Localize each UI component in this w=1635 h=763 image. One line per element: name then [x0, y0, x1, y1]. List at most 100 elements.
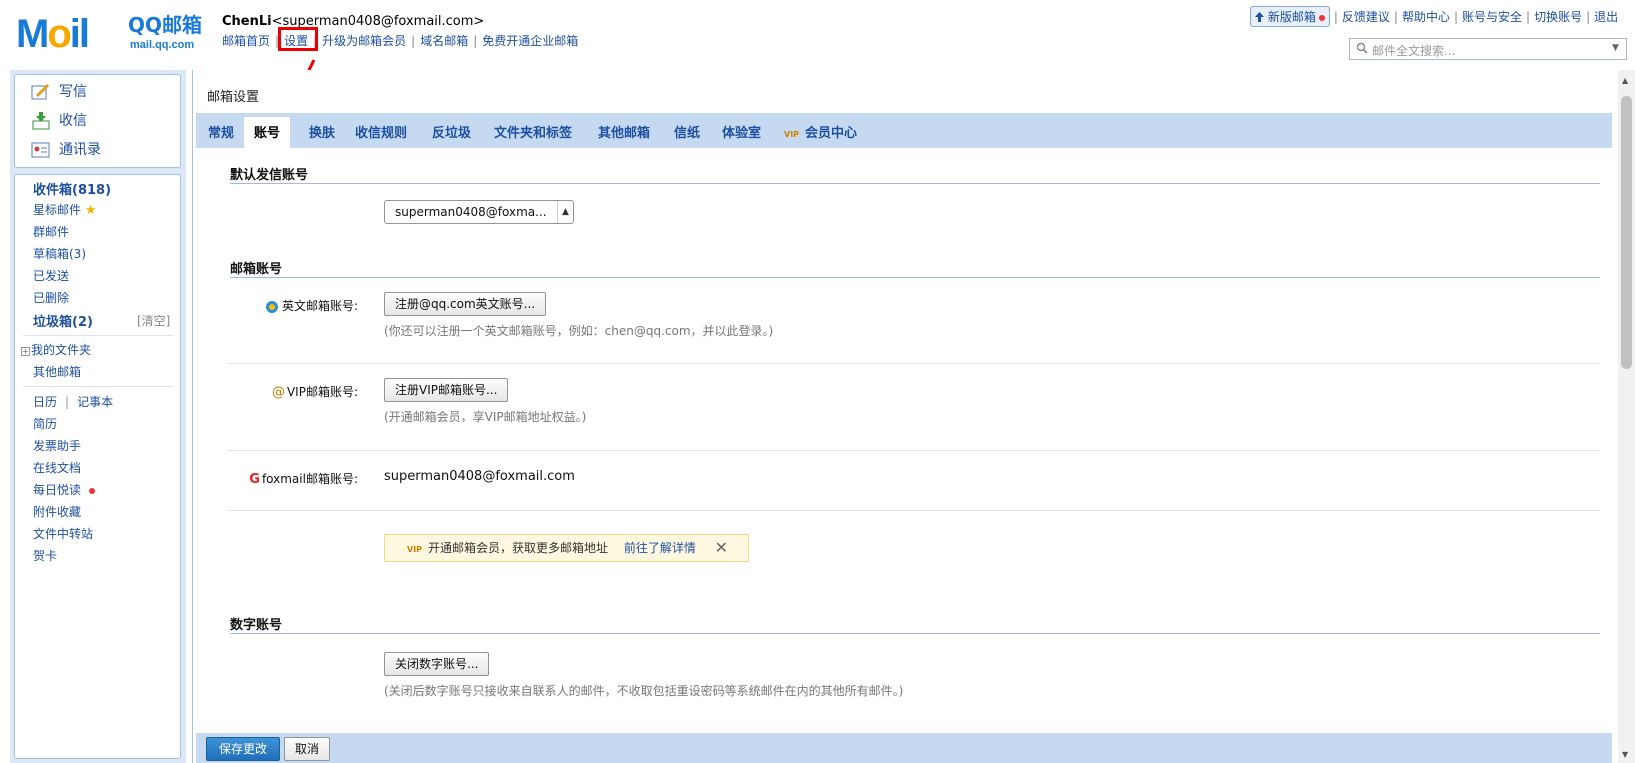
qq-globe-icon: [265, 300, 278, 313]
scroll-up-icon[interactable]: ▲: [1622, 76, 1628, 85]
search-input[interactable]: 邮件全文搜索... ▼: [1349, 38, 1627, 60]
notification-dot: [88, 487, 95, 494]
nav-domain-mail[interactable]: 域名邮箱: [420, 34, 468, 48]
folder-drafts[interactable]: 草稿箱(3): [33, 245, 86, 262]
search-dropdown-icon[interactable]: ▼: [1612, 44, 1620, 53]
tab-stationery[interactable]: 信纸: [674, 122, 700, 141]
invoice-assistant-link[interactable]: 发票助手: [33, 437, 81, 454]
nav-upgrade-vip[interactable]: 升级为邮箱会员: [322, 34, 406, 48]
folder-deleted[interactable]: 已删除: [33, 289, 69, 306]
foxmail-account-value: superman0408@foxmail.com: [384, 469, 575, 484]
contacts-icon: [31, 142, 50, 158]
quick-actions: 写信 收信 通讯录: [14, 74, 181, 168]
scrollbar-thumb[interactable]: [1621, 96, 1632, 369]
folder-list: 收件箱(818) 星标邮件 ★ 群邮件 草稿箱(3) 已发送 已删除 垃圾箱(2…: [14, 174, 181, 759]
section-digital-account: 数字账号: [230, 614, 1600, 634]
settings-footer: 保存更改 取消: [196, 733, 1612, 763]
folder-starred[interactable]: 星标邮件 ★: [33, 201, 97, 218]
foxmail-icon: G: [249, 472, 260, 487]
qq-mail-logo[interactable]: Moil QQ邮箱 mail.qq.com: [16, 12, 206, 54]
save-button[interactable]: 保存更改: [206, 737, 281, 761]
compose-icon: [31, 83, 50, 100]
english-account-label: 英文邮箱账号:: [260, 297, 358, 314]
inbox-icon: [32, 112, 50, 130]
scrollbar[interactable]: ▲ ▼: [1618, 70, 1635, 763]
divider: [228, 450, 1600, 451]
scroll-down-icon[interactable]: ▼: [1622, 750, 1628, 759]
up-arrow-icon: [1255, 12, 1264, 22]
folder-spam[interactable]: 垃圾箱(2): [33, 311, 93, 330]
attachments-link[interactable]: 附件收藏: [33, 503, 81, 520]
section-mail-accounts: 邮箱账号: [230, 258, 1600, 278]
logo-title: QQ邮箱: [128, 13, 203, 37]
folder-group[interactable]: 群邮件: [33, 223, 69, 240]
tab-general[interactable]: 常规: [208, 122, 234, 141]
divider: [23, 386, 173, 387]
switch-account-link[interactable]: 切换账号: [1534, 10, 1582, 24]
tab-account[interactable]: 账号: [244, 117, 291, 148]
file-transfer-link[interactable]: 文件中转站: [33, 525, 93, 542]
calendar-link[interactable]: 日历: [33, 395, 57, 409]
tab-antispam[interactable]: 反垃圾: [432, 122, 471, 141]
tab-skin[interactable]: 换肤: [309, 122, 335, 141]
notepad-link[interactable]: 记事本: [77, 395, 113, 409]
expand-icon[interactable]: +: [21, 347, 30, 356]
account-security-link[interactable]: 账号与安全: [1462, 10, 1522, 24]
greeting-card-link[interactable]: 贺卡: [33, 547, 57, 564]
contacts-button[interactable]: 通讯录: [31, 139, 101, 163]
online-docs-link[interactable]: 在线文档: [33, 459, 81, 476]
close-digital-account-button[interactable]: 关闭数字账号...: [384, 652, 490, 676]
help-link[interactable]: 帮助中心: [1402, 10, 1450, 24]
register-vip-account-button[interactable]: 注册VIP邮箱账号...: [384, 378, 509, 402]
vip-promo-banner: VIP 开通邮箱会员，获取更多邮箱地址 前往了解详情 ✕: [384, 534, 749, 562]
feedback-link[interactable]: 反馈建议: [1342, 10, 1390, 24]
digital-account-hint: (关闭后数字账号只接收来自联系人的邮件，不收取包括重设密码等系统邮件在内的其他所…: [384, 684, 904, 698]
notification-dot: [1318, 14, 1325, 21]
vip-account-label: @ VIP邮箱账号:: [271, 385, 358, 400]
compose-button[interactable]: 写信: [31, 81, 87, 105]
tab-rules[interactable]: 收信规则: [355, 122, 407, 141]
select-arrow-icon: ▲: [557, 201, 573, 223]
foxmail-account-label: Gfoxmail邮箱账号:: [249, 472, 358, 487]
section-default-sender: 默认发信账号: [230, 164, 1600, 184]
cancel-button[interactable]: 取消: [284, 737, 331, 761]
daily-read-link[interactable]: 每日悦读: [33, 481, 95, 498]
vip-icon: VIP: [784, 130, 800, 139]
divider: [228, 363, 1600, 364]
english-account-hint: (你还可以注册一个英文邮箱账号，例如：chen@qq.com，并以此登录。): [384, 324, 774, 338]
top-nav: 邮箱首页 | 设置 | 升级为邮箱会员 | 域名邮箱 | 免费开通企业邮箱: [222, 34, 579, 48]
folder-inbox[interactable]: 收件箱(818): [33, 179, 111, 198]
calendar-notepad-row: 日历 | 记事本: [33, 395, 114, 409]
register-english-account-button[interactable]: 注册@qq.com英文账号...: [384, 292, 547, 316]
nav-enterprise-mail[interactable]: 免费开通企业邮箱: [482, 34, 578, 48]
folder-sent[interactable]: 已发送: [33, 267, 69, 284]
new-version-button[interactable]: 新版邮箱: [1250, 6, 1330, 27]
resume-link[interactable]: 简历: [33, 415, 57, 432]
clear-spam-link[interactable]: [清空]: [137, 312, 170, 329]
vip-promo-text: 开通邮箱会员，获取更多邮箱地址: [428, 541, 609, 555]
vip-icon: VIP: [407, 545, 423, 554]
right-links: 新版邮箱 | 反馈建议 | 帮助中心 | 账号与安全 | 切换账号 | 退出: [1250, 6, 1618, 27]
user-identity: ChenLi<superman0408@foxmail.com>: [222, 14, 484, 29]
tab-other-mailboxes[interactable]: 其他邮箱: [598, 122, 650, 141]
settings-tabs: 常规 账号 换肤 收信规则 反垃圾 文件夹和标签 其他邮箱 信纸 体验室 VIP…: [196, 113, 1612, 148]
search-icon: [1356, 42, 1368, 54]
page-title: 邮箱设置: [207, 90, 260, 105]
default-sender-select[interactable]: superman0408@foxma... ▲: [384, 200, 574, 224]
divider: [228, 510, 1600, 511]
tab-folders-labels[interactable]: 文件夹和标签: [494, 122, 572, 141]
close-icon[interactable]: ✕: [715, 535, 728, 561]
user-name: ChenLi: [222, 14, 272, 29]
logout-link[interactable]: 退出: [1594, 10, 1618, 24]
tab-vip-center[interactable]: VIP 会员中心: [784, 122, 857, 141]
other-mailboxes[interactable]: 其他邮箱: [33, 363, 81, 380]
tab-lab[interactable]: 体验室: [722, 122, 761, 141]
nav-home[interactable]: 邮箱首页: [222, 34, 270, 48]
at-icon: @: [271, 385, 285, 400]
vip-account-hint: (开通邮箱会员，享VIP邮箱地址权益。): [384, 410, 587, 424]
divider: [23, 335, 173, 336]
my-folders[interactable]: + 我的文件夹: [21, 341, 91, 358]
vip-promo-link[interactable]: 前往了解详情: [624, 541, 696, 555]
search-placeholder: 邮件全文搜索...: [1372, 44, 1456, 58]
receive-button[interactable]: 收信: [31, 110, 87, 134]
